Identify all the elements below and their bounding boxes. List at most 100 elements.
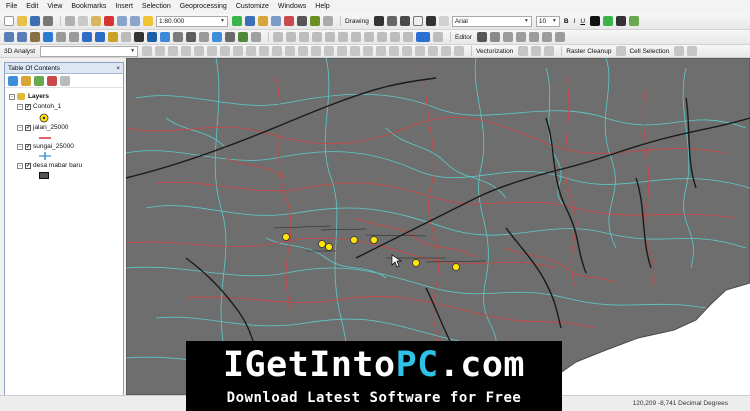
analyst-tool-icon[interactable] [350,46,361,56]
menu-edit[interactable]: Edit [26,3,38,10]
straight-segment-icon[interactable] [489,32,500,42]
font-size-combo[interactable]: 10 ▼ [535,15,560,27]
raster-cleanup-tool-icon[interactable] [616,46,627,56]
bold-button[interactable]: B [564,18,569,25]
analyst-tool-icon[interactable] [311,46,322,56]
toc-options-icon[interactable] [60,75,70,86]
cell-selection-tool-icon[interactable] [674,46,685,56]
analyst-tool-icon[interactable] [181,46,192,56]
analyst-tool-icon[interactable] [428,46,439,56]
text-style-icon[interactable] [438,16,449,26]
cut-polygons-icon[interactable] [528,32,539,42]
menu-windows[interactable]: Windows [278,3,306,10]
save-icon[interactable] [30,16,40,26]
layer-row-contoh[interactable]: − ✔ Contoh_1 [17,103,61,110]
editor-menu[interactable]: Editor [455,34,472,41]
analyst-tool-icon[interactable] [376,46,387,56]
zoom-out-icon[interactable] [17,32,27,42]
collapse-icon[interactable]: − [17,143,23,150]
zoom-in-icon[interactable] [4,32,14,42]
rotate-icon[interactable] [386,16,397,26]
find-icon[interactable] [199,32,209,42]
georef-tool-icon[interactable] [338,32,348,42]
model-builder-icon[interactable] [310,16,320,26]
delete-icon[interactable] [104,16,114,26]
undo-icon[interactable] [117,16,127,26]
collapse-icon[interactable]: − [17,124,23,131]
measure-icon[interactable] [186,32,196,42]
go-forward-icon[interactable] [95,32,105,42]
fixed-zoom-in-icon[interactable] [56,32,66,42]
cell-selection-tool-icon[interactable] [687,46,698,56]
fixed-zoom-out-icon[interactable] [69,32,79,42]
cell-selection-menu[interactable]: Cell Selection [629,48,669,55]
font-name-combo[interactable]: Arial ▼ [451,15,532,27]
underline-button[interactable]: U [580,18,585,25]
new-document-icon[interactable] [4,16,14,26]
copy-icon[interactable] [78,16,88,26]
menu-customize[interactable]: Customize [236,3,269,10]
vectorization-tool-icon[interactable] [531,46,542,56]
map-scale-combo[interactable]: 1:80.000 ▼ [156,15,228,27]
italic-button[interactable]: I [574,18,576,25]
create-viewer-window-icon[interactable] [251,32,261,42]
hyperlink-icon[interactable] [160,32,170,42]
drawing-menu[interactable]: Drawing [345,18,369,25]
map-point[interactable] [325,243,333,251]
sketch-properties-icon[interactable] [554,32,565,42]
layer-visibility-checkbox[interactable]: ✔ [25,143,31,150]
analyst-tool-icon[interactable] [454,46,465,56]
table-of-contents-icon[interactable] [245,16,255,26]
redo-icon[interactable] [130,16,140,26]
edit-tool-icon[interactable] [476,32,487,42]
layer-visibility-checkbox[interactable]: ✔ [25,124,31,131]
analyst-tool-icon[interactable] [441,46,452,56]
analyst-tool-icon[interactable] [402,46,413,56]
vectorization-menu[interactable]: Vectorization [476,48,513,55]
analyst-tool-icon[interactable] [259,46,270,56]
georef-tool-icon[interactable] [299,32,309,42]
georef-tool-icon[interactable] [377,32,387,42]
color-swatch-icon[interactable] [416,32,430,42]
map-point[interactable] [370,236,378,244]
list-by-drawing-order-icon[interactable] [8,75,18,86]
analyst-tool-icon[interactable] [168,46,179,56]
georef-tool-icon[interactable] [286,32,296,42]
layers-group[interactable]: − Layers [9,93,49,100]
layer-visibility-checkbox[interactable]: ✔ [25,103,31,110]
layer-combo[interactable]: ▼ [40,45,139,57]
line-color-icon[interactable] [616,16,627,26]
analyst-tool-icon[interactable] [246,46,257,56]
analyst-tool-icon[interactable] [415,46,426,56]
georef-tool-icon[interactable] [325,32,335,42]
html-popup-icon[interactable] [173,32,183,42]
menu-geoprocessing[interactable]: Geoprocessing [180,3,227,10]
search-window-icon[interactable] [271,16,281,26]
draw-rectangle-icon[interactable] [399,16,410,26]
font-color-icon[interactable] [590,16,601,26]
georef-tool-icon[interactable] [364,32,374,42]
georef-tool-icon[interactable] [390,32,400,42]
open-folder-icon[interactable] [17,16,27,26]
vectorization-tool-icon[interactable] [518,46,529,56]
find-route-icon[interactable] [212,32,222,42]
analyst-tool-icon[interactable] [363,46,374,56]
georef-tool-icon[interactable] [351,32,361,42]
analyst-tool-icon[interactable] [389,46,400,56]
vectorization-tool-icon[interactable] [544,46,555,56]
georef-tool-icon[interactable] [403,32,413,42]
menu-insert[interactable]: Insert [115,3,133,10]
analyst-tool-icon[interactable] [285,46,296,56]
collapse-icon[interactable]: − [17,103,23,110]
reshape-icon[interactable] [515,32,526,42]
layer-row-desa[interactable]: − ✔ desa mabar baru [17,162,82,169]
map-point[interactable] [412,259,420,267]
analyst-tool-icon[interactable] [142,46,153,56]
catalog-icon[interactable] [258,16,268,26]
list-by-source-icon[interactable] [21,75,31,86]
map-point[interactable] [350,236,358,244]
close-icon[interactable]: × [116,65,120,72]
select-features-icon[interactable] [108,32,118,42]
menu-selection[interactable]: Selection [142,3,171,10]
print-icon[interactable] [43,16,53,26]
